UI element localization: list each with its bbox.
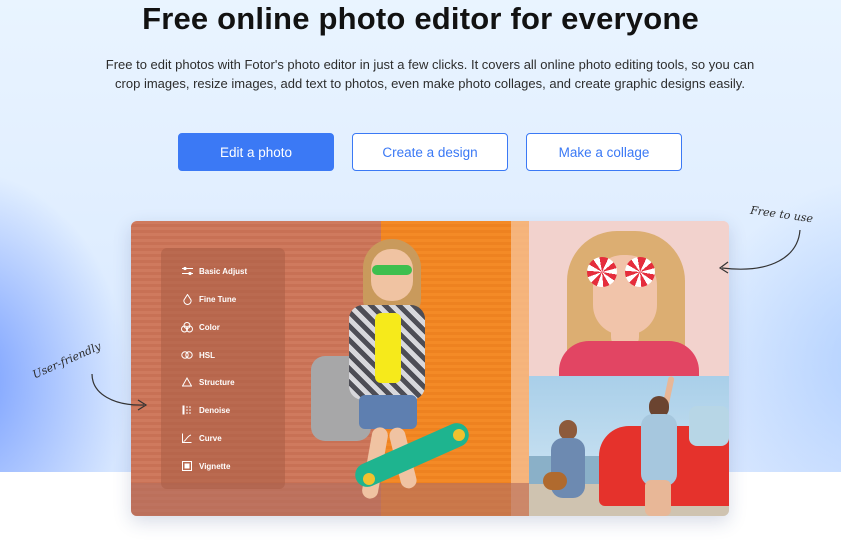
editor-showcase: Basic Adjust Fine Tune Color HSL Structu… (131, 221, 729, 516)
panel-item-curve[interactable]: Curve (181, 431, 222, 445)
hsl-icon (181, 349, 193, 361)
droplet-icon (181, 293, 193, 305)
adjust-panel: Basic Adjust Fine Tune Color HSL Structu… (161, 248, 285, 489)
denim-shorts (359, 395, 417, 429)
panel-item-color[interactable]: Color (181, 320, 220, 334)
page-title: Free online photo editor for everyone (142, 1, 699, 36)
panel-item-structure[interactable]: Structure (181, 375, 235, 389)
color-circles-icon (181, 321, 193, 333)
sunglasses (372, 265, 412, 275)
guitar (543, 472, 567, 490)
panel-item-denoise[interactable]: Denoise (181, 403, 230, 417)
denoise-icon (181, 404, 193, 416)
user-friendly-arrow-icon (91, 373, 148, 411)
create-design-button[interactable]: Create a design (352, 133, 508, 171)
lollipop-right (625, 257, 655, 287)
panel-item-fine-tune[interactable]: Fine Tune (181, 292, 236, 306)
yellow-top (375, 313, 401, 383)
edit-photo-button[interactable]: Edit a photo (178, 133, 334, 171)
free-to-use-arrow-icon (718, 229, 801, 274)
panel-item-vignette[interactable]: Vignette (181, 459, 230, 473)
hero-subtitle: Free to edit photos with Fotor's photo e… (105, 57, 755, 91)
sliders-icon (181, 265, 193, 277)
curve-icon (181, 432, 193, 444)
triangle-icon (181, 376, 193, 388)
main-photo: Basic Adjust Fine Tune Color HSL Structu… (131, 221, 529, 516)
lollipop-photo (529, 221, 729, 376)
panel-item-basic-adjust[interactable]: Basic Adjust (181, 264, 247, 278)
panel-item-hsl[interactable]: HSL (181, 348, 215, 362)
girl-face (371, 249, 413, 301)
beach-couple-photo (529, 376, 729, 516)
vignette-icon (181, 460, 193, 472)
lollipop-left (587, 257, 617, 287)
make-collage-button[interactable]: Make a collage (526, 133, 682, 171)
